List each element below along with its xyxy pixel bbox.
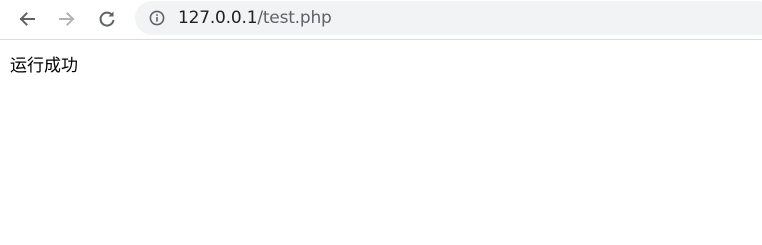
forward-button[interactable] <box>53 5 81 33</box>
arrow-right-icon <box>59 12 75 26</box>
browser-toolbar: 127.0.0.1/test.php <box>0 0 762 40</box>
url-path: /test.php <box>257 8 332 28</box>
info-icon[interactable] <box>149 10 165 26</box>
back-button[interactable] <box>13 5 41 33</box>
arrow-left-icon <box>19 12 35 26</box>
address-bar[interactable]: 127.0.0.1/test.php <box>135 1 762 35</box>
url-text[interactable]: 127.0.0.1/test.php <box>178 7 332 29</box>
page-message: 运行成功 <box>10 56 78 76</box>
url-host: 127.0.0.1 <box>178 8 258 28</box>
reload-icon <box>99 11 115 27</box>
reload-button[interactable] <box>93 5 121 33</box>
